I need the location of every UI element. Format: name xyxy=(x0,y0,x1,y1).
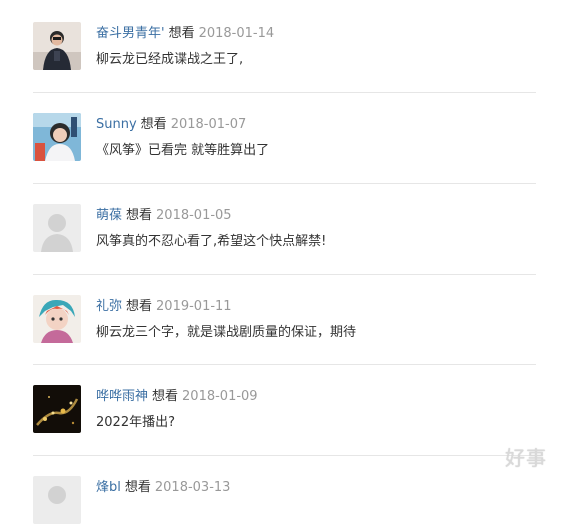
user-avatar[interactable] xyxy=(33,295,81,343)
want-to-see-label: 想看 xyxy=(168,26,195,41)
want-to-see-label: 想看 xyxy=(124,480,151,495)
comment-text: 2022年播出? xyxy=(96,415,175,430)
username-link[interactable]: 奋斗男青年' xyxy=(96,26,165,41)
comment-date: 2019-01-11 xyxy=(156,299,232,314)
comment-meta: 礼弥 想看 2019-01-11 xyxy=(96,298,232,315)
user-avatar[interactable] xyxy=(33,204,81,252)
divider xyxy=(33,92,536,93)
comment-meta: 奋斗男青年' 想看 2018-01-14 xyxy=(96,25,274,42)
user-avatar[interactable] xyxy=(33,22,81,70)
avatar-anime-girl-icon xyxy=(33,295,81,343)
user-avatar[interactable] xyxy=(33,385,81,433)
username-link[interactable]: 烽bl xyxy=(96,480,121,495)
avatar-man-dark-jacket-icon xyxy=(33,22,81,70)
avatar-woman-blue-icon xyxy=(33,113,81,161)
want-to-see-label: 想看 xyxy=(126,299,153,314)
divider xyxy=(33,274,536,275)
comment-meta: 哗哗雨神 想看 2018-01-09 xyxy=(96,388,258,405)
user-avatar[interactable] xyxy=(33,113,81,161)
comment-meta: Sunny 想看 2018-01-07 xyxy=(96,116,246,133)
comment-date: 2018-01-14 xyxy=(198,26,275,41)
comment-date: 2018-01-05 xyxy=(156,208,232,223)
user-avatar[interactable] xyxy=(33,476,81,524)
avatar-night-sparkles-icon xyxy=(33,385,81,433)
divider xyxy=(33,455,536,456)
comment-date: 2018-03-13 xyxy=(154,480,231,495)
divider xyxy=(33,364,536,365)
comment-date: 2018-01-07 xyxy=(170,117,247,132)
comment-text: 风筝真的不忍心看了,希望这个快点解禁! xyxy=(96,234,327,249)
comment-date: 2018-01-09 xyxy=(182,389,258,404)
username-link[interactable]: 哗哗雨神 xyxy=(96,389,148,404)
comment-text: 柳云龙已经成谍战之王了, xyxy=(96,52,244,67)
want-to-see-label: 想看 xyxy=(152,389,179,404)
watermark-logo: 好事 xyxy=(505,446,547,470)
comment-meta: 烽bl 想看 2018-03-13 xyxy=(96,479,230,496)
avatar-default-silhouette-icon xyxy=(33,476,81,524)
comment-meta: 萌葆 想看 2018-01-05 xyxy=(96,207,232,224)
want-to-see-label: 想看 xyxy=(140,117,167,132)
divider xyxy=(33,183,536,184)
comment-text: 柳云龙三个字，就是谍战剧质量的保证，期待 xyxy=(96,325,357,340)
want-to-see-label: 想看 xyxy=(126,208,153,223)
username-link[interactable]: 礼弥 xyxy=(96,299,122,314)
comment-text: 《风筝》已看完 就等胜算出了 xyxy=(96,143,270,158)
avatar-default-silhouette-icon xyxy=(33,204,81,252)
username-link[interactable]: 萌葆 xyxy=(96,208,122,223)
username-link[interactable]: Sunny xyxy=(96,117,137,132)
